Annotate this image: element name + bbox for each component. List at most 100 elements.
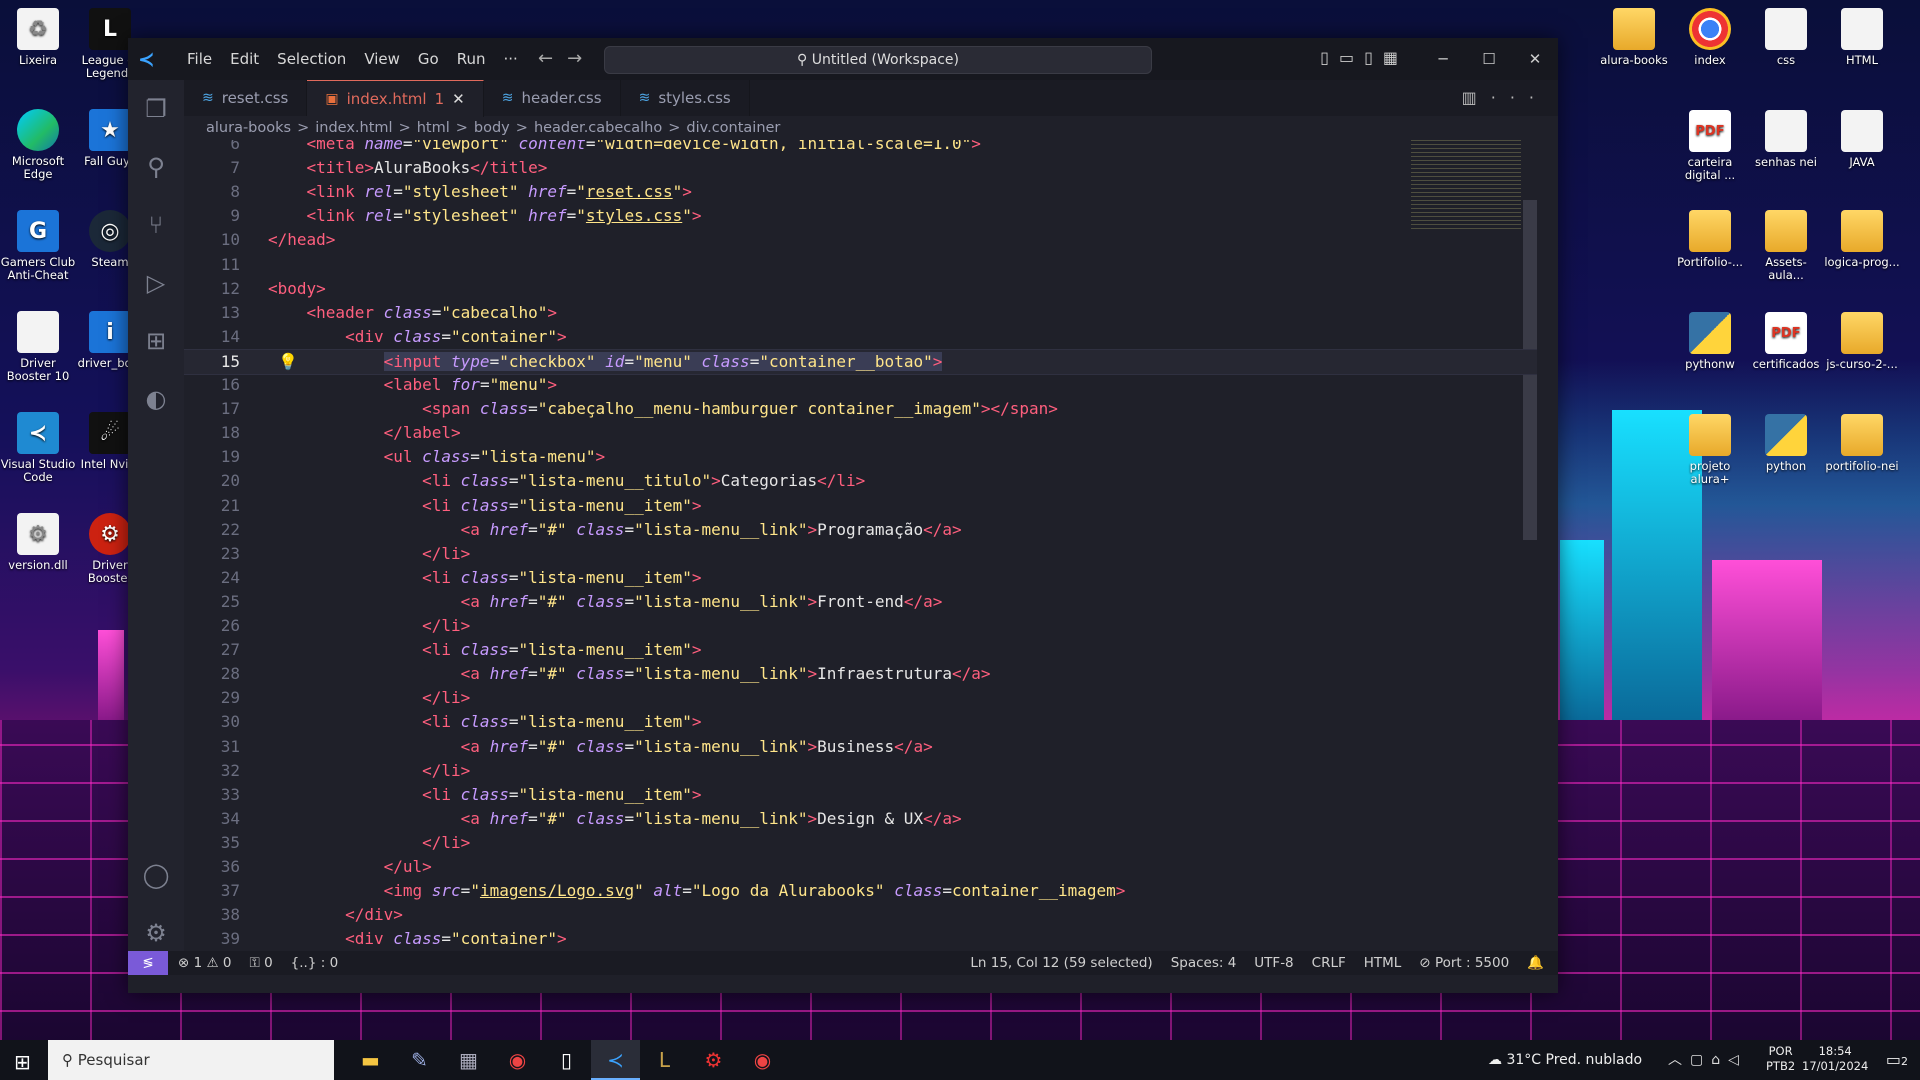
breadcrumb-item[interactable]: body [474, 120, 510, 136]
problems-indicator[interactable]: ⊗ 1 ⚠ 0 [178, 951, 232, 975]
live-server-port[interactable]: ⊘ Port : 5500 [1419, 951, 1509, 975]
breadcrumb-item[interactable]: div.container [686, 120, 780, 136]
code-line[interactable]: 12 <body> [184, 277, 1537, 301]
toggle-panel-icon[interactable]: ▭ [1339, 48, 1364, 67]
menu-go[interactable]: Go [409, 50, 448, 68]
menu-file[interactable]: File [178, 50, 221, 68]
language-mode[interactable]: HTML [1364, 951, 1402, 975]
clock[interactable]: 18:54 17/01/2024 [1802, 1044, 1868, 1074]
tab-header-css[interactable]: ≋ header.css [484, 80, 621, 116]
code-line[interactable]: 30 <li class="lista-menu__item"> [184, 710, 1537, 734]
code-line[interactable]: 31 <a href="#" class="lista-menu__link">… [184, 735, 1537, 759]
edge-devtools-icon[interactable]: ◐ [128, 370, 184, 428]
cursor-position[interactable]: Ln 15, Col 12 (59 selected) [970, 951, 1152, 975]
desktop-icon[interactable]: js-curso-2-... [1824, 312, 1900, 371]
file-icon[interactable]: ▯ [542, 1040, 591, 1080]
forward-arrow-icon[interactable]: → [567, 48, 596, 69]
code-line[interactable]: 20 <li class="lista-menu__titulo">Catego… [184, 469, 1537, 493]
toggle-secondary-sidebar-icon[interactable]: ▯ [1364, 48, 1383, 67]
desktop-icon[interactable]: PDF carteira digital ... [1672, 110, 1748, 182]
code-line[interactable]: 7 <title>AluraBooks</title> [184, 156, 1537, 180]
code-line[interactable]: 34 <a href="#" class="lista-menu__link">… [184, 807, 1537, 831]
command-center[interactable]: ⚲ Untitled (Workspace) [604, 46, 1152, 74]
remote-indicator-icon[interactable]: ≶ [128, 951, 168, 975]
code-line[interactable]: 28 <a href="#" class="lista-menu__link">… [184, 662, 1537, 686]
code-line[interactable]: 10 </head> [184, 228, 1537, 252]
desktop-icon[interactable]: senhas nei [1748, 110, 1824, 169]
menu-more[interactable]: ··· [495, 50, 527, 68]
network-icon[interactable]: ⌂ [1711, 1052, 1728, 1068]
encoding[interactable]: UTF-8 [1254, 951, 1293, 975]
notifications-bell-icon[interactable]: 🔔 [1527, 951, 1544, 975]
line-ending[interactable]: CRLF [1312, 951, 1346, 975]
breadcrumb-item[interactable]: header.cabecalho [534, 120, 662, 136]
file-explorer-icon[interactable]: ▬ [346, 1040, 395, 1080]
code-line[interactable]: 33 <li class="lista-menu__item"> [184, 783, 1537, 807]
explorer-icon[interactable]: ❐ [128, 80, 184, 138]
desktop-icon[interactable]: portifolio-nei [1824, 414, 1900, 473]
code-line[interactable]: 6 <meta name="viewport" content="width=d… [184, 140, 1537, 156]
chrome-icon[interactable]: ◉ [493, 1040, 542, 1080]
breadcrumb-item[interactable]: index.html [315, 120, 392, 136]
league-icon[interactable]: L [640, 1040, 689, 1080]
code-line[interactable]: 24 <li class="lista-menu__item"> [184, 566, 1537, 590]
menu-selection[interactable]: Selection [268, 50, 355, 68]
back-arrow-icon[interactable]: ← [538, 48, 567, 69]
tab-reset-css[interactable]: ≋ reset.css [184, 80, 308, 116]
braces-indicator[interactable]: {..} : 0 [291, 951, 338, 975]
indentation[interactable]: Spaces: 4 [1171, 951, 1237, 975]
desktop-icon[interactable]: PDF certificados [1748, 312, 1824, 371]
code-line[interactable]: 35 </li> [184, 831, 1537, 855]
code-line[interactable]: 37 <img src="imagens/Logo.svg" alt="Logo… [184, 879, 1537, 903]
menu-edit[interactable]: Edit [221, 50, 268, 68]
code-line[interactable]: 25 <a href="#" class="lista-menu__link">… [184, 590, 1537, 614]
maximize-icon[interactable]: ☐ [1466, 38, 1512, 80]
tab-index-html[interactable]: ▣ index.html 1 ✕ [307, 80, 484, 117]
account-icon[interactable]: ◯ [128, 846, 184, 904]
tab-close-icon[interactable]: ✕ [452, 90, 465, 108]
desktop-icon[interactable]: python [1748, 414, 1824, 473]
calculator-icon[interactable]: ▦ [444, 1040, 493, 1080]
desktop-icon[interactable]: ⚙ version.dll [0, 513, 76, 572]
code-line[interactable]: 8 <link rel="stylesheet" href="reset.css… [184, 180, 1537, 204]
chrome-profile-icon[interactable]: ◉ [738, 1040, 787, 1080]
code-line[interactable]: 21 <li class="lista-menu__item"> [184, 494, 1537, 518]
volume-icon[interactable]: ◁ [1728, 1052, 1747, 1068]
code-line[interactable]: 23 </li> [184, 542, 1537, 566]
code-line[interactable]: 36 </ul> [184, 855, 1537, 879]
code-line[interactable]: 16 <label for="menu"> [184, 373, 1537, 397]
code-line[interactable]: 13 <header class="cabecalho"> [184, 301, 1537, 325]
search-icon[interactable]: ⚲ [128, 138, 184, 196]
code-line[interactable]: 38 </div> [184, 903, 1537, 927]
close-icon[interactable]: ✕ [1512, 38, 1558, 80]
desktop-icon[interactable]: JAVA [1824, 110, 1900, 169]
minimize-icon[interactable]: ─ [1420, 38, 1466, 80]
windows-start-icon[interactable]: ⊞ [14, 1050, 31, 1074]
language-indicator[interactable]: POR PTB2 [1766, 1044, 1795, 1074]
code-line[interactable]: 14 <div class="container"> [184, 325, 1537, 349]
code-editor[interactable]: 6 <meta name="viewport" content="width=d… [184, 140, 1537, 951]
desktop-icon[interactable]: logica-prog... [1824, 210, 1900, 269]
desktop-icon[interactable]: alura-books [1596, 8, 1672, 67]
desktop-icon[interactable]: pythonw [1672, 312, 1748, 371]
notepad-icon[interactable]: ✎ [395, 1040, 444, 1080]
run-debug-icon[interactable]: ▷ [128, 254, 184, 312]
code-line[interactable]: 26 </li> [184, 614, 1537, 638]
breadcrumb-item[interactable]: alura-books [206, 120, 291, 136]
split-editor-icon[interactable]: ▥ [1462, 88, 1491, 107]
desktop-icon[interactable]: HTML [1824, 8, 1900, 67]
desktop-icon[interactable]: ♻ Lixeira [0, 8, 76, 67]
code-line[interactable]: 11 [184, 253, 1537, 277]
desktop-icon[interactable]: Driver Booster 10 [0, 311, 76, 383]
code-line[interactable]: 39 <div class="container"> [184, 927, 1537, 951]
code-line[interactable]: 27 <li class="lista-menu__item"> [184, 638, 1537, 662]
menu-run[interactable]: Run [448, 50, 495, 68]
desktop-icon[interactable]: Microsoft Edge [0, 109, 76, 181]
code-line[interactable]: 9 <link rel="stylesheet" href="styles.cs… [184, 204, 1537, 228]
notification-center[interactable]: ▭2 [1886, 1050, 1908, 1069]
desktop-icon[interactable]: index [1672, 8, 1748, 67]
tab-styles-css[interactable]: ≋ styles.css [621, 80, 750, 116]
source-control-icon[interactable]: ⑂ [128, 196, 184, 254]
customize-layout-icon[interactable]: ▦ [1383, 48, 1408, 67]
code-line[interactable]: 19 <ul class="lista-menu"> [184, 445, 1537, 469]
